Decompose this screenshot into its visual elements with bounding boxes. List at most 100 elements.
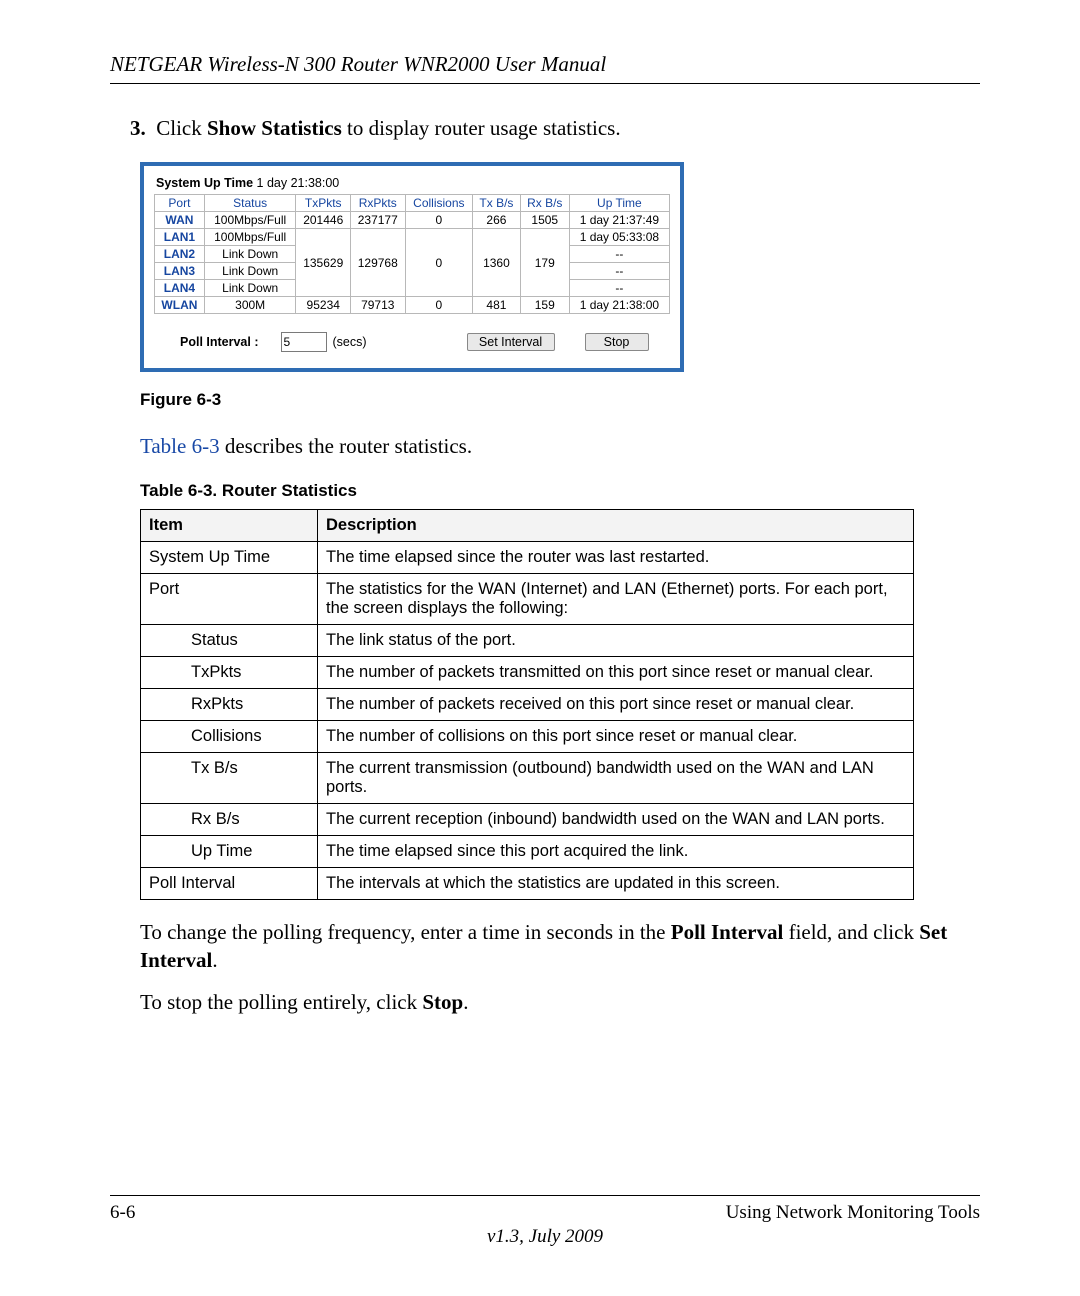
router-statistics-table: Item Description System Up Time The time… xyxy=(140,509,914,900)
cell-status: 100Mbps/Full xyxy=(204,212,296,229)
cell-rx: 237177 xyxy=(351,212,406,229)
desc-h-item: Item xyxy=(141,509,318,541)
desc-desc: The current transmission (outbound) band… xyxy=(318,752,914,803)
poll-interval-row: Poll Interval : (secs) Set Interval Stop xyxy=(154,332,670,352)
cell-rx-merge: 129768 xyxy=(351,229,406,297)
col-tx: TxPkts xyxy=(296,195,351,212)
cell-tx-merge: 135629 xyxy=(296,229,351,297)
desc-indent xyxy=(141,720,184,752)
footer-right: Using Network Monitoring Tools xyxy=(726,1202,980,1224)
post-para-2: To stop the polling entirely, click Stop… xyxy=(140,988,980,1016)
system-uptime-line: System Up Time 1 day 21:38:00 xyxy=(156,176,670,190)
post-para-1: To change the polling frequency, enter a… xyxy=(140,918,980,975)
desc-h-desc: Description xyxy=(318,509,914,541)
desc-desc: The time elapsed since the router was la… xyxy=(318,541,914,573)
p2-a: To stop the polling entirely, click xyxy=(140,990,422,1014)
desc-row: RxPkts The number of packets received on… xyxy=(141,688,914,720)
statistics-screenshot: System Up Time 1 day 21:38:00 Port Statu… xyxy=(140,162,684,372)
desc-sub: Tx B/s xyxy=(183,752,318,803)
table-ref-sentence: Table 6-3 describes the router statistic… xyxy=(140,432,980,460)
desc-desc: The intervals at which the statistics ar… xyxy=(318,867,914,899)
cell-txbs: 481 xyxy=(473,297,521,314)
desc-header-row: Item Description xyxy=(141,509,914,541)
desc-row: Status The link status of the port. xyxy=(141,624,914,656)
row-wlan: WLAN 300M 95234 79713 0 481 159 1 day 21… xyxy=(155,297,670,314)
cell-col-merge: 0 xyxy=(405,229,473,297)
cell-col: 0 xyxy=(405,212,473,229)
desc-sub: Up Time xyxy=(183,835,318,867)
desc-row: TxPkts The number of packets transmitted… xyxy=(141,656,914,688)
desc-item: System Up Time xyxy=(141,541,318,573)
col-txbs: Tx B/s xyxy=(473,195,521,212)
poll-interval-label: Poll Interval : xyxy=(180,335,259,349)
cell-status: Link Down xyxy=(204,263,296,280)
step-text-a: Click xyxy=(156,116,207,140)
desc-indent xyxy=(141,624,184,656)
desc-indent xyxy=(141,835,184,867)
cell-port: LAN2 xyxy=(155,246,205,263)
running-header: NETGEAR Wireless-N 300 Router WNR2000 Us… xyxy=(110,52,980,84)
step-bold: Show Statistics xyxy=(207,116,342,140)
cell-tx: 95234 xyxy=(296,297,351,314)
table-header-row: Port Status TxPkts RxPkts Collisions Tx … xyxy=(155,195,670,212)
step-number: 3. xyxy=(130,116,146,140)
cell-up: 1 day 05:33:08 xyxy=(569,229,669,246)
cell-port: LAN1 xyxy=(155,229,205,246)
col-rx: RxPkts xyxy=(351,195,406,212)
system-uptime-value: 1 day 21:38:00 xyxy=(257,176,340,190)
cell-up: -- xyxy=(569,280,669,297)
cell-port: LAN3 xyxy=(155,263,205,280)
desc-desc: The number of packets transmitted on thi… xyxy=(318,656,914,688)
col-port: Port xyxy=(155,195,205,212)
desc-indent xyxy=(141,656,184,688)
desc-sub: TxPkts xyxy=(183,656,318,688)
table-ref-rest: describes the router statistics. xyxy=(220,434,473,458)
cell-txbs-merge: 1360 xyxy=(473,229,521,297)
footer-version: v1.3, July 2009 xyxy=(110,1226,980,1248)
cell-rxbs: 1505 xyxy=(520,212,569,229)
cell-col: 0 xyxy=(405,297,473,314)
poll-interval-input[interactable] xyxy=(281,332,327,352)
desc-row: Up Time The time elapsed since this port… xyxy=(141,835,914,867)
cell-up: -- xyxy=(569,263,669,280)
p1-d: . xyxy=(212,948,217,972)
row-lan1: LAN1 100Mbps/Full 135629 129768 0 1360 1… xyxy=(155,229,670,246)
desc-row: System Up Time The time elapsed since th… xyxy=(141,541,914,573)
desc-row: Rx B/s The current reception (inbound) b… xyxy=(141,803,914,835)
p2-bold: Stop xyxy=(422,990,463,1014)
stop-button[interactable]: Stop xyxy=(585,333,649,351)
step-3: 3. Click Show Statistics to display rout… xyxy=(130,114,980,142)
footer-left: 6-6 xyxy=(110,1202,135,1224)
desc-row: Poll Interval The intervals at which the… xyxy=(141,867,914,899)
table-ref-link[interactable]: Table 6-3 xyxy=(140,434,220,458)
system-uptime-label: System Up Time xyxy=(156,176,253,190)
statistics-table: Port Status TxPkts RxPkts Collisions Tx … xyxy=(154,194,670,314)
desc-row: Collisions The number of collisions on t… xyxy=(141,720,914,752)
cell-status: 300M xyxy=(204,297,296,314)
desc-item: Port xyxy=(141,573,318,624)
cell-txbs: 266 xyxy=(473,212,521,229)
set-interval-button[interactable]: Set Interval xyxy=(467,333,555,351)
desc-row: Port The statistics for the WAN (Interne… xyxy=(141,573,914,624)
cell-port: WLAN xyxy=(155,297,205,314)
p1-a: To change the polling frequency, enter a… xyxy=(140,920,671,944)
row-wan: WAN 100Mbps/Full 201446 237177 0 266 150… xyxy=(155,212,670,229)
cell-port: LAN4 xyxy=(155,280,205,297)
step-text-b: to display router usage statistics. xyxy=(342,116,621,140)
cell-rxbs-merge: 179 xyxy=(520,229,569,297)
desc-desc: The statistics for the WAN (Internet) an… xyxy=(318,573,914,624)
page-footer: 6-6 Using Network Monitoring Tools v1.3,… xyxy=(110,1195,980,1248)
cell-rxbs: 159 xyxy=(520,297,569,314)
cell-status: 100Mbps/Full xyxy=(204,229,296,246)
cell-port: WAN xyxy=(155,212,205,229)
cell-status: Link Down xyxy=(204,246,296,263)
desc-desc: The current reception (inbound) bandwidt… xyxy=(318,803,914,835)
desc-desc: The link status of the port. xyxy=(318,624,914,656)
desc-desc: The time elapsed since this port acquire… xyxy=(318,835,914,867)
desc-indent xyxy=(141,803,184,835)
figure-caption: Figure 6-3 xyxy=(140,390,980,410)
desc-sub: RxPkts xyxy=(183,688,318,720)
table-caption: Table 6-3. Router Statistics xyxy=(140,481,980,501)
col-status: Status xyxy=(204,195,296,212)
cell-up: 1 day 21:37:49 xyxy=(569,212,669,229)
